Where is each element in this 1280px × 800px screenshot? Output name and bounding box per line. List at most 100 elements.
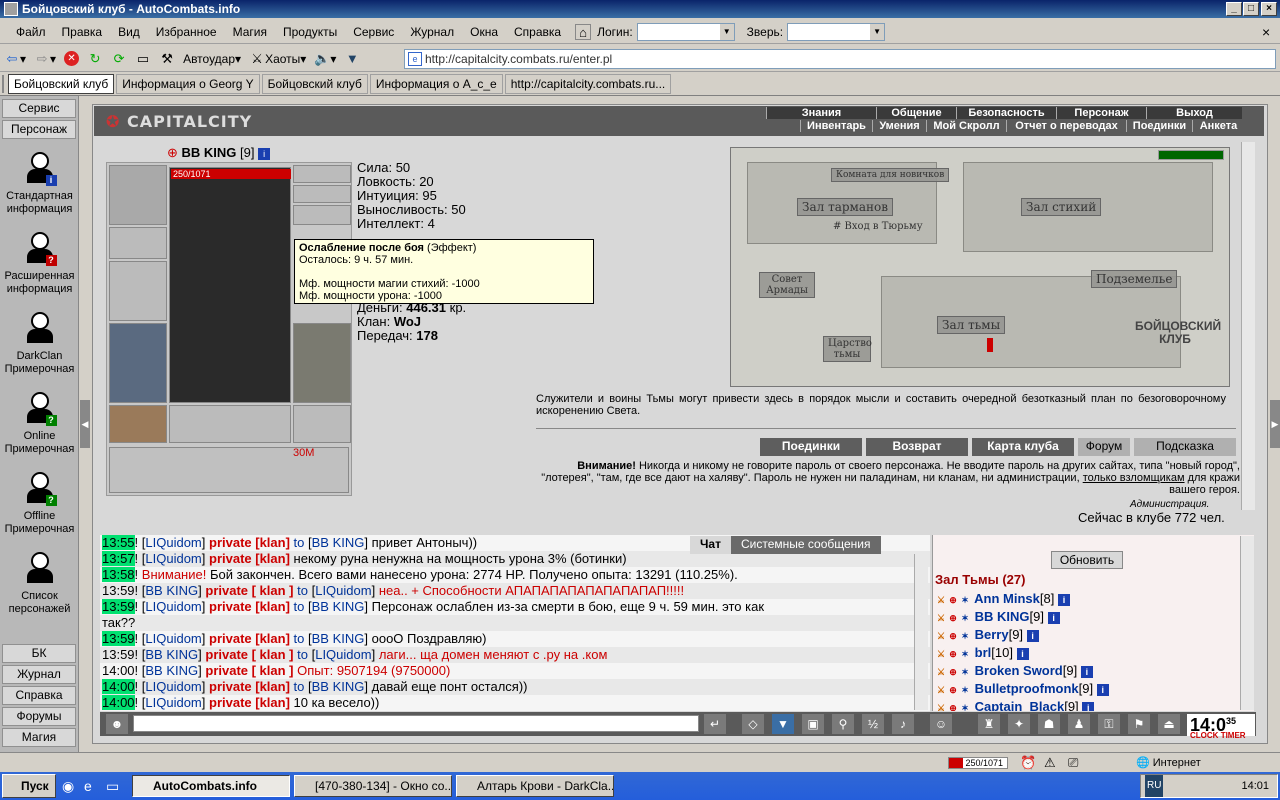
tab-system-messages[interactable]: Системные сообщения xyxy=(730,536,881,554)
recipient-nick[interactable]: BB KING xyxy=(312,679,365,694)
attack-icon[interactable]: ⚔ xyxy=(935,630,947,642)
inventory-icon[interactable]: ♜ xyxy=(978,714,1000,734)
sidebar-service[interactable]: Сервис xyxy=(2,99,76,118)
firefox-icon[interactable]: ◉ xyxy=(62,778,74,795)
flag-icon[interactable]: ⚑ xyxy=(1128,714,1150,734)
nav-transfer-report[interactable]: Отчет о переводах xyxy=(1006,120,1126,132)
lang-indicator[interactable]: RU xyxy=(1145,775,1164,797)
info-icon[interactable]: i xyxy=(1016,647,1029,660)
attack-icon[interactable]: ⚔ xyxy=(935,612,947,624)
sidebar-tool-5[interactable]: Список персонажей xyxy=(0,552,79,616)
private-icon[interactable]: ½ xyxy=(862,714,884,734)
message-time[interactable]: 13:59 xyxy=(102,631,135,646)
task-altar[interactable]: Алтарь Крови - DarkCla... xyxy=(456,775,614,797)
home-icon[interactable]: ⌂ xyxy=(575,23,592,40)
sender-nick[interactable]: LIQuidom xyxy=(145,695,201,710)
sidebar-bk[interactable]: БК xyxy=(2,644,76,663)
user-row[interactable]: ⚔ ⊕ ✶ BB KING[9] i xyxy=(935,609,1060,624)
sidebar-tool-2[interactable]: DarkClan Примерочная xyxy=(0,312,79,376)
info-icon[interactable]: i xyxy=(1026,629,1039,642)
content-scrollbar[interactable] xyxy=(1241,142,1255,510)
friends-icon[interactable]: ♟ xyxy=(1068,714,1090,734)
info-icon[interactable]: i xyxy=(258,147,271,160)
back-button[interactable]: ⇦ ▾ xyxy=(0,49,30,69)
eraser-icon[interactable]: ◇ xyxy=(742,714,764,734)
nav-my-scroll[interactable]: Мой Скролл xyxy=(926,120,1006,132)
menu-magic[interactable]: Магия xyxy=(225,25,275,39)
sound-button[interactable]: 🔈 ▾ xyxy=(310,49,340,69)
sender-nick[interactable]: LIQuidom xyxy=(145,599,201,614)
nav-knowledge[interactable]: Знания xyxy=(766,107,876,119)
sender-nick[interactable]: LIQuidom xyxy=(145,535,201,550)
maximize-button[interactable]: □ xyxy=(1243,2,1259,16)
message-time[interactable]: 13:59 xyxy=(102,647,135,662)
ie-icon[interactable]: e xyxy=(84,778,92,794)
back-button-game[interactable]: Возврат xyxy=(866,438,968,456)
belt-slot[interactable] xyxy=(109,405,167,443)
autoattack-button[interactable]: Автоудар ▾ xyxy=(179,49,245,69)
forum-button[interactable]: Форум xyxy=(1078,438,1130,456)
dark-kingdom-label[interactable]: Царство тьмы xyxy=(823,336,872,362)
armor-slot[interactable] xyxy=(109,323,167,403)
stop-button[interactable]: ✕ xyxy=(60,49,83,69)
menu-products[interactable]: Продукты xyxy=(275,25,345,39)
user-row[interactable]: ⚔ ⊕ ✶ Captain_Black[9] i xyxy=(935,699,1095,711)
user-row[interactable]: ⚔ ⊕ ✶ brl[10] i xyxy=(935,645,1029,660)
refresh-all-button[interactable]: ⟳ xyxy=(107,49,131,69)
save-icon[interactable]: ▣ xyxy=(802,714,824,734)
tools-button[interactable]: ⚒ xyxy=(155,49,179,69)
message-time[interactable]: 14:00 xyxy=(102,695,135,710)
amulet-slot[interactable] xyxy=(293,185,351,203)
minimize-button[interactable]: _ xyxy=(1226,2,1242,16)
nav-profile[interactable]: Анкета xyxy=(1192,120,1244,132)
room-elements-label[interactable]: Зал стихий xyxy=(1021,198,1102,216)
clan-chat-icon[interactable]: ☗ xyxy=(1038,714,1060,734)
info-icon[interactable]: i xyxy=(1082,701,1095,711)
boots-slot[interactable] xyxy=(293,405,351,443)
task-autocombats[interactable]: AutoCombats.info xyxy=(132,775,290,797)
dungeon-label[interactable]: Подземелье xyxy=(1091,270,1178,288)
filter-button[interactable]: ▼ xyxy=(340,49,364,69)
nav-inventory[interactable]: Инвентарь xyxy=(800,120,872,132)
sender-nick[interactable]: LIQuidom xyxy=(145,551,201,566)
sender-nick[interactable]: BB KING xyxy=(145,663,198,678)
menu-file[interactable]: Файл xyxy=(0,25,54,39)
club-map-button[interactable]: Карта клуба xyxy=(972,438,1074,456)
recipient-nick[interactable]: BB KING xyxy=(312,631,365,646)
message-time[interactable]: 14:00 xyxy=(102,663,135,678)
attack-icon[interactable]: ⚔ xyxy=(935,594,947,606)
info-icon[interactable]: i xyxy=(1096,683,1109,696)
room-tarmans-label[interactable]: Зал тарманов xyxy=(797,198,894,216)
chaots-button[interactable]: ⚔ Хаоты ▾ xyxy=(245,49,310,69)
user-row[interactable]: ⚔ ⊕ ✶ Bulletproofmonk[9] i xyxy=(935,681,1109,696)
sidebar-journal[interactable]: Журнал xyxy=(2,665,76,684)
sidebar-tool-3[interactable]: ? Online Примерочная xyxy=(0,392,79,456)
close-doc-icon[interactable]: × xyxy=(1262,24,1270,40)
menu-windows[interactable]: Окна xyxy=(462,25,506,39)
menu-edit[interactable]: Правка xyxy=(54,25,111,39)
tab-info-georg[interactable]: Информация о Georg Y xyxy=(116,73,260,94)
message-time[interactable]: 13:55 xyxy=(102,535,135,550)
character-image[interactable] xyxy=(169,167,291,403)
nav-fights[interactable]: Поединки xyxy=(1126,120,1192,132)
character-name[interactable]: ⊕ BB KING [9] i xyxy=(167,145,271,161)
sidebar-collapse-handle[interactable]: ◀ xyxy=(80,400,90,448)
user-row[interactable]: ⚔ ⊕ ✶ Berry[9] i xyxy=(935,627,1039,642)
nav-security[interactable]: Безопасность xyxy=(956,107,1056,119)
tab-capitalcity[interactable]: http://capitalcity.combats.ru... xyxy=(504,73,672,94)
weapon-slot[interactable] xyxy=(109,261,167,321)
user-row[interactable]: ⚔ ⊕ ✶ Broken Sword[9] i xyxy=(935,663,1093,678)
sidebar-character[interactable]: Персонаж xyxy=(2,120,76,139)
exit-icon[interactable]: ⏏ xyxy=(1158,714,1180,734)
recipient-nick[interactable]: LIQuidom xyxy=(315,647,371,662)
message-time[interactable]: 13:59 xyxy=(102,599,135,614)
desktop-icon[interactable]: ▭ xyxy=(106,778,119,795)
chat-scrollbar[interactable] xyxy=(914,554,928,710)
attack-icon[interactable]: ⚔ xyxy=(935,684,947,696)
sender-nick[interactable]: BB KING xyxy=(145,647,198,662)
nav-exit[interactable]: Выход xyxy=(1146,107,1242,119)
users-scrollbar[interactable] xyxy=(1240,536,1254,710)
forward-button[interactable]: ⇨ ▾ xyxy=(30,49,60,69)
message-time[interactable]: 14:00 xyxy=(102,679,135,694)
sidebar-tool-0[interactable]: i Стандартная информация xyxy=(0,152,79,216)
